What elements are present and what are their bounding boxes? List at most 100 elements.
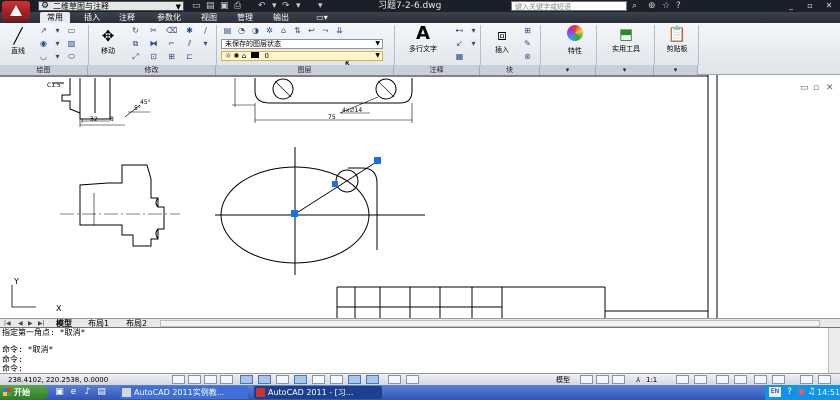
tab-manage[interactable]: 管理 [230, 12, 260, 23]
horizontal-scrollbar[interactable] [160, 320, 820, 327]
pan-button[interactable] [612, 375, 625, 384]
help-tray-icon[interactable]: ? [784, 387, 795, 398]
layer-freeze-icon[interactable]: ✲ [264, 26, 275, 36]
folder-icon[interactable]: ▤ [96, 387, 107, 398]
line-button[interactable]: ╱ 直线 [4, 27, 32, 56]
close-button[interactable]: ✕ [820, 1, 838, 11]
clean-screen-button[interactable] [800, 375, 813, 384]
multiline-text-button[interactable]: A 多行文字 [398, 25, 448, 54]
properties-panel-toggle[interactable]: ▾ [540, 65, 596, 75]
workspace-switcher[interactable]: ⚙ 二维草图与注释 ▼ [38, 1, 184, 11]
layers-panel-label[interactable]: 图层 [216, 65, 394, 75]
tab-view[interactable]: 视图 [194, 12, 224, 23]
restore-button[interactable]: ▫ [801, 1, 819, 11]
layer-state-dropdown[interactable]: 未保存的图层状态 ▼ [221, 39, 383, 49]
ortho-button[interactable] [220, 375, 233, 384]
ribbon-toggle-icon[interactable]: ▭▾ [312, 12, 332, 23]
snap-mode-button[interactable] [188, 375, 201, 384]
desktop-icon[interactable]: ▣ [54, 387, 65, 398]
volume-icon[interactable]: ♫ [806, 387, 817, 398]
arc-dropdown-icon[interactable]: ▾ [52, 52, 63, 62]
taskbar-item-autocad[interactable]: AutoCAD 2011 - [习... [254, 386, 382, 399]
move-button[interactable]: ✥ 移动 [94, 27, 122, 56]
hatch-icon[interactable]: ▨ [66, 39, 77, 49]
layer-previous-icon[interactable]: ↩ [306, 26, 317, 36]
redo-icon[interactable]: ↷ [282, 0, 290, 12]
erase-icon[interactable]: ⌫ [166, 26, 177, 36]
tab-output[interactable]: 输出 [266, 12, 296, 23]
quick-view-drawings-button[interactable] [596, 375, 609, 384]
workspace-switching-button[interactable] [716, 375, 729, 384]
redo-dropdown-icon[interactable]: ▾ [296, 0, 301, 12]
offset-icon[interactable]: ⫽ [184, 39, 195, 49]
annotation-visibility-button[interactable] [676, 375, 689, 384]
drawing-canvas[interactable]: C1.5 5° 45° 32 8 4x∅14 75 Y X ▭ ▫ ✕ [0, 75, 840, 318]
save-icon[interactable]: ▣ [220, 0, 229, 12]
status-bar-menu-button[interactable] [818, 375, 831, 384]
leader-dropdown-icon[interactable]: ▾ [468, 39, 479, 49]
object-snap-tracking-button[interactable] [294, 375, 307, 384]
restore-drawing-icon[interactable]: ▫ [813, 83, 819, 93]
language-indicator[interactable]: EN [769, 387, 781, 397]
create-block-icon[interactable]: ⊞ [522, 26, 533, 36]
layer-walk-icon[interactable]: ⤳ [320, 26, 331, 36]
command-line[interactable]: 指定第一角点: *取消* 命令: *取消* 命令: 命令: [0, 327, 840, 374]
rotate-icon[interactable]: ↻ [130, 26, 141, 36]
current-layer-dropdown[interactable]: ☼ ✺ ⌂ 0 ▼ [221, 51, 383, 61]
print-icon[interactable]: ⎙ [234, 0, 241, 12]
3d-osnap-button[interactable] [276, 375, 289, 384]
insert-block-button[interactable]: ⧈ 插入 [488, 26, 516, 55]
layer-lock-icon[interactable]: ⌂ [278, 26, 289, 36]
taskbar-item-document[interactable]: AutoCAD 2011实例教... [120, 386, 248, 399]
tab-home[interactable]: 常用 [40, 12, 70, 23]
fillet-icon[interactable]: ⌐ [166, 39, 177, 49]
break-icon[interactable]: ∕ [200, 26, 211, 36]
clipboard-button[interactable]: 📋 剪贴板 [660, 25, 694, 54]
copy-icon[interactable]: ⧉ [130, 39, 141, 49]
tab-annotate[interactable]: 注释 [112, 12, 142, 23]
dimension-dropdown-icon[interactable]: ▾ [468, 26, 479, 36]
grid-button[interactable] [204, 375, 217, 384]
draw-panel-label[interactable]: 绘图 [0, 65, 88, 75]
join-icon[interactable]: ⊏ [184, 52, 195, 62]
communication-center-icon[interactable]: ⊕ [648, 0, 656, 12]
browser-icon[interactable]: e [68, 387, 79, 398]
arc-icon[interactable]: ◡ [38, 52, 49, 62]
table-icon[interactable]: ▦ [454, 52, 465, 62]
start-button[interactable]: 开始 [0, 385, 48, 400]
layer-off-icon[interactable]: ◔ [236, 26, 247, 36]
star-icon[interactable]: ☆ [662, 0, 670, 12]
media-icon[interactable]: ♪ [82, 387, 93, 398]
dynamic-ucs-button[interactable] [312, 375, 325, 384]
polyline-icon[interactable]: ↗ [38, 26, 49, 36]
explode-icon[interactable]: ✱ [184, 26, 195, 36]
clipboard-panel-toggle[interactable]: ▾ [654, 65, 698, 75]
quick-view-layouts-button[interactable] [580, 375, 593, 384]
scale-icon[interactable]: ⊡ [148, 52, 159, 62]
toolbar-lock-button[interactable] [734, 375, 747, 384]
selection-cycling-button[interactable] [406, 375, 419, 384]
minimize-drawing-icon[interactable]: ▭ [800, 83, 809, 93]
polar-tracking-button[interactable] [240, 375, 253, 384]
auto-scale-button[interactable] [694, 375, 707, 384]
mirror-icon[interactable]: ⧓ [148, 39, 159, 49]
hardware-acceleration-button[interactable] [754, 375, 767, 384]
annotation-panel-label[interactable]: 注释 [394, 65, 480, 75]
layer-match-icon[interactable]: ⇅ [292, 26, 303, 36]
lineweight-button[interactable] [348, 375, 361, 384]
object-snap-button[interactable] [258, 375, 271, 384]
edit-attributes-icon[interactable]: ⊛ [522, 52, 533, 62]
grip-handle[interactable] [291, 210, 298, 217]
layer-merge-icon[interactable]: ⇊ [334, 26, 345, 36]
draw-dropdown-icon[interactable]: ▾ [52, 26, 63, 36]
dimension-icon[interactable]: ⊷ [454, 26, 465, 36]
isolate-objects-button[interactable] [772, 375, 785, 384]
transparency-button[interactable] [366, 375, 379, 384]
undo-icon[interactable]: ↶ [258, 0, 266, 12]
help-icon[interactable]: ? [676, 0, 681, 12]
grip-handle[interactable] [332, 181, 338, 187]
new-file-icon[interactable]: ▭ [192, 0, 201, 12]
grip-handle[interactable] [374, 157, 381, 164]
utilities-panel-toggle[interactable]: ▾ [596, 65, 654, 75]
layer-properties-icon[interactable]: ▤ [222, 26, 233, 36]
